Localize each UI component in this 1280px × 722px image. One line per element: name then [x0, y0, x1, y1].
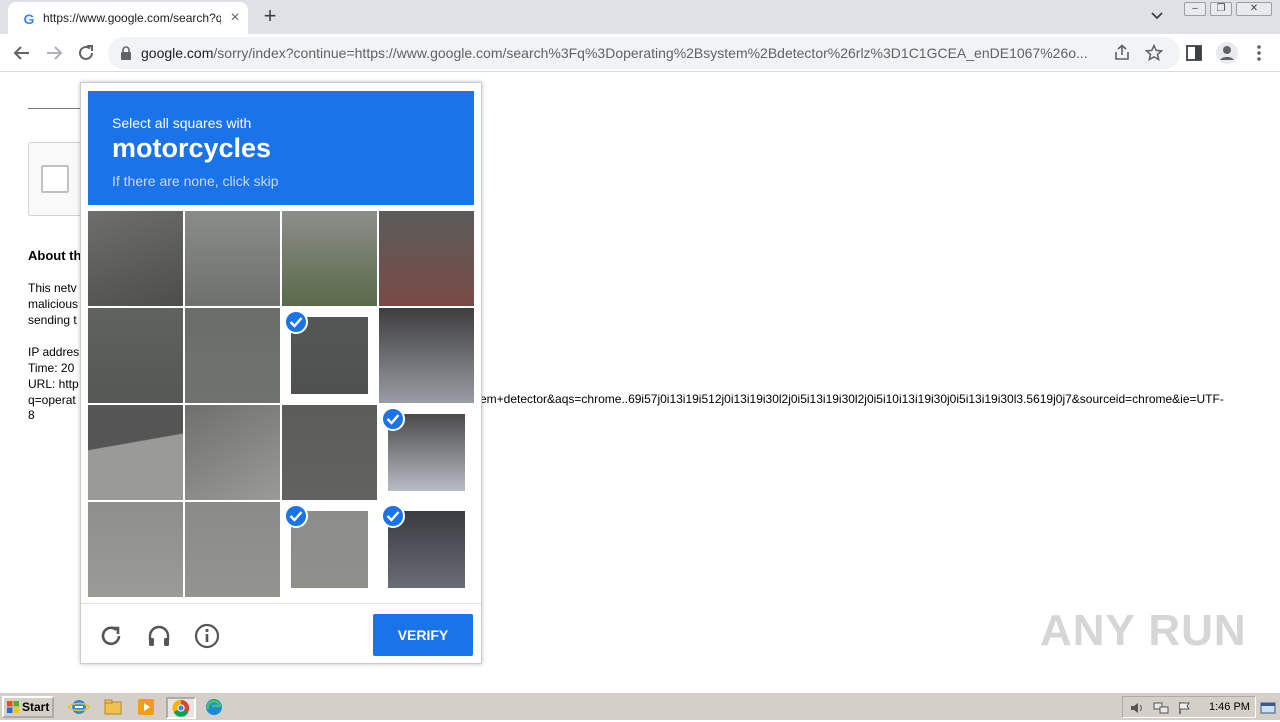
restore-button[interactable]: ❐ [1210, 2, 1232, 16]
new-tab-button[interactable]: + [258, 5, 282, 29]
show-desktop-icon[interactable] [1260, 701, 1276, 714]
chrome-icon[interactable] [166, 697, 196, 719]
info-icon[interactable] [193, 622, 221, 650]
start-button[interactable]: Start [2, 696, 54, 718]
tile-image [282, 211, 377, 306]
challenge-target: motorcycles [112, 133, 272, 163]
tab-close-icon[interactable]: × [226, 9, 244, 27]
audio-headphones-icon[interactable] [145, 622, 173, 650]
verify-button[interactable]: VERIFY [373, 614, 473, 656]
selected-check-icon [381, 407, 405, 431]
challenge-tile[interactable] [379, 211, 474, 306]
google-g-icon: G [23, 11, 35, 27]
address-bar[interactable]: google.com/sorry/index?continue=https://… [108, 37, 1180, 69]
paragraph-line: malicious [28, 297, 79, 311]
challenge-tile[interactable] [379, 405, 474, 500]
tile-image [88, 308, 183, 403]
tile-image [185, 405, 280, 500]
ie-icon[interactable] [68, 697, 94, 719]
start-label: Start [22, 700, 50, 714]
url-text[interactable]: google.com/sorry/index?continue=https://… [141, 45, 1101, 61]
challenge-instruction: Select all squares with [112, 115, 252, 131]
volume-icon[interactable] [1129, 701, 1145, 715]
url-line-start: q=operat [28, 393, 76, 407]
challenge-tile[interactable] [88, 211, 183, 306]
media-player-icon[interactable] [135, 697, 161, 719]
challenge-tile[interactable] [379, 308, 474, 403]
selected-check-icon [284, 310, 308, 334]
reload-icon[interactable] [74, 41, 98, 65]
url-line: URL: http [28, 377, 79, 391]
side-panel-icon[interactable] [1184, 43, 1204, 63]
challenge-tile[interactable] [379, 502, 474, 597]
challenge-tile[interactable] [282, 308, 377, 403]
challenge-tile[interactable] [185, 211, 280, 306]
tile-image [379, 308, 474, 403]
paragraph-line: sending t [28, 313, 77, 327]
challenge-hint: If there are none, click skip [112, 173, 279, 189]
tab-search-chevron-icon[interactable] [1150, 8, 1170, 26]
anyrun-watermark: ANY RUN [1040, 606, 1247, 655]
challenge-tile[interactable] [88, 308, 183, 403]
tile-image [88, 211, 183, 306]
tab-title: https://www.google.com/search?q= [43, 11, 221, 25]
about-heading: About th [28, 248, 82, 263]
tab-strip: G https://www.google.com/search?q= × + –… [0, 0, 1280, 34]
profile-avatar-icon[interactable] [1215, 41, 1239, 65]
windows-taskbar: Start 1:46 PM [0, 692, 1280, 720]
edge-icon[interactable] [203, 697, 229, 719]
browser-tab[interactable]: G https://www.google.com/search?q= × [8, 2, 248, 34]
taskbar-clock[interactable]: 1:46 PM [1209, 701, 1250, 713]
selected-check-icon [284, 504, 308, 528]
challenge-tile[interactable] [185, 308, 280, 403]
paragraph-line: This netv [28, 281, 77, 295]
share-icon[interactable] [1113, 44, 1131, 62]
tile-image [282, 405, 377, 500]
browser-toolbar: google.com/sorry/index?continue=https://… [0, 34, 1280, 72]
recaptcha-checkbox[interactable] [41, 165, 69, 193]
divider [28, 108, 88, 109]
back-arrow-icon[interactable] [10, 41, 34, 65]
ip-address-line: IP addres [28, 345, 80, 359]
bookmark-star-icon[interactable] [1144, 43, 1164, 62]
challenge-tile[interactable] [282, 211, 377, 306]
forward-arrow-icon[interactable] [42, 41, 66, 65]
menu-kebab-icon[interactable] [1249, 43, 1269, 63]
url-query-end: 8 [28, 408, 35, 422]
reload-challenge-icon[interactable] [97, 622, 125, 650]
challenge-header: Select all squares with motorcycles If t… [88, 91, 474, 205]
challenge-tile[interactable] [282, 502, 377, 597]
tile-image [185, 502, 280, 597]
challenge-tile[interactable] [88, 405, 183, 500]
challenge-tile[interactable] [282, 405, 377, 500]
tile-image [185, 308, 280, 403]
recaptcha-challenge: Select all squares with motorcycles If t… [80, 82, 482, 664]
selected-check-icon [381, 504, 405, 528]
lock-icon[interactable] [120, 46, 132, 60]
explorer-icon[interactable] [102, 697, 128, 719]
tile-image [185, 211, 280, 306]
challenge-footer: VERIFY [81, 603, 481, 663]
tile-image [88, 405, 183, 500]
challenge-tile[interactable] [88, 502, 183, 597]
challenge-tile[interactable] [185, 502, 280, 597]
system-tray: 1:46 PM [1122, 696, 1256, 718]
tile-image [379, 211, 474, 306]
windows-flag-icon [7, 701, 19, 713]
image-grid [88, 211, 474, 597]
minimize-button[interactable]: – [1184, 2, 1206, 16]
network-icon[interactable] [1153, 701, 1169, 715]
action-center-flag-icon[interactable] [1177, 701, 1193, 715]
close-window-button[interactable]: ✕ [1236, 2, 1272, 16]
tile-image [88, 502, 183, 597]
challenge-tile[interactable] [185, 405, 280, 500]
url-query-text: em+detector&aqs=chrome..69i57j0i13i19i51… [480, 392, 1224, 406]
time-line: Time: 20 [28, 361, 75, 375]
